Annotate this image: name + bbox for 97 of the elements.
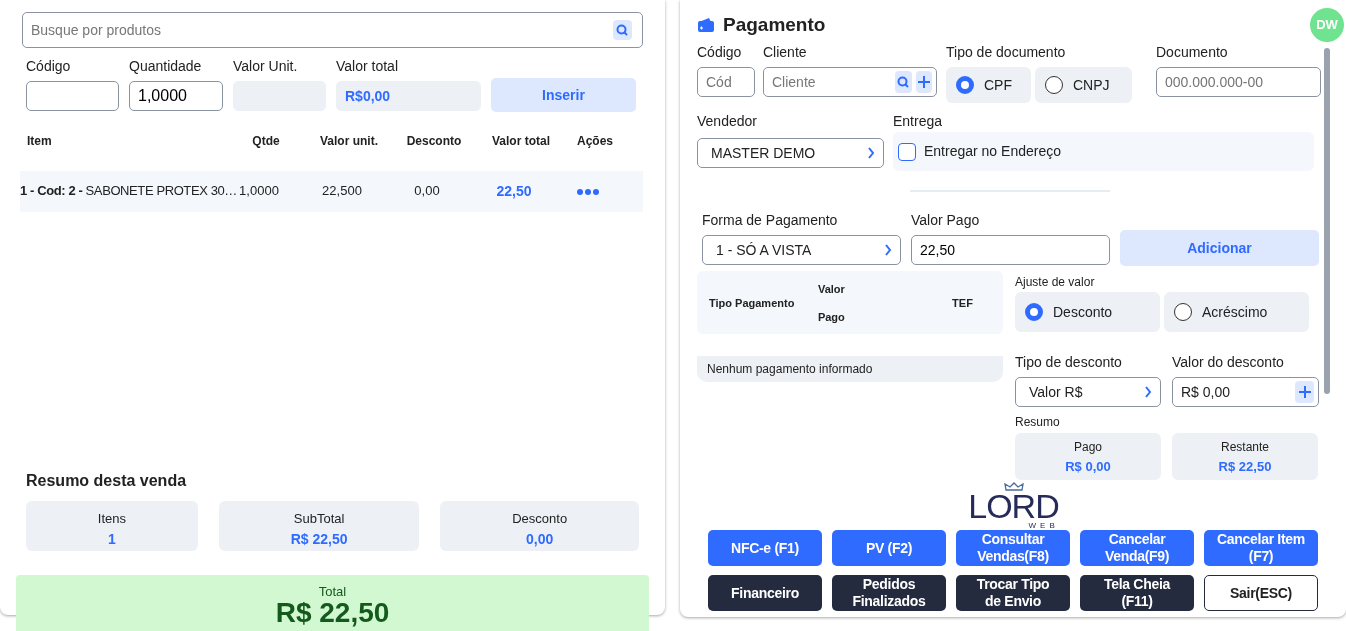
panel-title: Pagamento [723, 12, 826, 37]
radio-label: CNPJ [1073, 75, 1110, 95]
table-cell: 22,500 [322, 183, 362, 199]
radio-option[interactable]: CPF [946, 67, 1031, 103]
action-button[interactable]: Tela Cheia (F11) [1080, 575, 1194, 611]
action-button[interactable]: Sair(ESC) [1204, 575, 1318, 611]
field-label: Valor Unit. [233, 57, 299, 76]
checkbox-label: Entregar no Endereço [924, 142, 1061, 161]
radio-option[interactable]: CNPJ [1035, 67, 1132, 103]
search-icon[interactable] [612, 20, 632, 40]
field-label: Entrega [893, 112, 944, 131]
radio-button[interactable] [1025, 303, 1043, 321]
table-cell: 22,50 [496, 182, 532, 199]
action-button[interactable]: PV (F2) [832, 530, 946, 566]
text-input[interactable]: R$ 0,00 [1181, 378, 1296, 406]
column-header: Valor Pago [817, 281, 846, 325]
select-field[interactable]: 1 - SÓ A VISTA [702, 235, 901, 265]
input-field[interactable]: 000.000.000-00 [1156, 67, 1321, 97]
radio-option[interactable]: Desconto [1015, 292, 1160, 332]
chevron-icon[interactable] [867, 147, 875, 159]
field-label: Cliente [763, 43, 808, 62]
column-header: TEF [952, 296, 973, 309]
action-button[interactable]: NFC-e (F1) [708, 530, 822, 566]
table-cell: 0,00 [414, 183, 440, 199]
empty-message: Nenhum pagamento informado [697, 356, 1003, 382]
field-label: Resumo [1015, 414, 1061, 431]
action-button[interactable]: Trocar Tipo de Envio [956, 575, 1070, 611]
select-field[interactable]: MASTER DEMO [697, 138, 884, 168]
stat-label: Pago [1074, 440, 1102, 454]
add-button[interactable]: Adicionar [1120, 230, 1319, 266]
text-input[interactable]: Cliente [772, 68, 892, 96]
field-label: Quantidade [129, 57, 203, 76]
logo-text: LORD [968, 491, 1059, 521]
radio-button[interactable] [956, 76, 974, 94]
radio-option[interactable]: Acréscimo [1164, 292, 1309, 332]
section-title: Resumo desta venda [25, 471, 188, 491]
action-button[interactable]: Financeiro [708, 575, 822, 611]
column-header: Item [27, 133, 52, 150]
field-label: Código [697, 43, 743, 62]
stat-label: Restante [1221, 440, 1269, 454]
input-field[interactable]: Cód [697, 67, 755, 97]
wallet-icon [697, 17, 715, 33]
more-icon[interactable] [577, 189, 599, 196]
column-header: Valor unit. [320, 133, 378, 150]
table-cell: 1,0000 [239, 183, 279, 199]
stat-value: R$ 0,00 [1065, 458, 1111, 474]
radio-label: CPF [984, 75, 1012, 95]
field-label: Valor Pago [911, 211, 981, 230]
add-icon[interactable] [1295, 381, 1314, 403]
action-button[interactable]: Cancelar Item (F7) [1204, 530, 1318, 566]
field-label: Valor total [336, 57, 399, 76]
add-icon[interactable] [915, 71, 932, 93]
column-header: Desconto [406, 133, 462, 150]
field-label: Tipo de documento [946, 43, 1067, 62]
radio-button[interactable] [1045, 76, 1063, 94]
select-field[interactable]: Valor R$ [1015, 377, 1161, 407]
radio-label: Desconto [1053, 302, 1113, 322]
field-label: Tipo de desconto [1015, 353, 1123, 372]
readonly-field: R$0,00 [336, 81, 481, 111]
radio-label: Acréscimo [1202, 302, 1268, 322]
scrollbar[interactable] [1324, 48, 1330, 394]
field-label: Vendedor [697, 112, 758, 131]
search-icon[interactable] [895, 71, 912, 93]
field-label: Documento [1156, 43, 1229, 62]
total-label: Total [318, 584, 347, 599]
input-field[interactable]: R$ 0,00 [1172, 377, 1319, 407]
total-value: R$ 22,50 [275, 597, 390, 628]
column-header: Ações [577, 133, 613, 150]
input-field[interactable]: 22,50 [911, 235, 1110, 265]
chevron-icon[interactable] [1144, 386, 1152, 398]
action-button[interactable]: Cancelar Venda(F9) [1080, 530, 1194, 566]
field-label: Código [26, 57, 72, 76]
stat-value: R$ 22,50 [1218, 458, 1272, 474]
stat-value: 1 [108, 530, 116, 547]
column-header: Valor total [492, 133, 550, 150]
field-label: Forma de Pagamento [702, 211, 839, 230]
field-label: Valor do desconto [1172, 353, 1285, 372]
field-label: Ajuste de valor [1015, 274, 1096, 291]
radio-button[interactable] [1174, 303, 1192, 321]
stat-label: Desconto [512, 511, 568, 526]
action-button[interactable]: Pedidos Finalizados [832, 575, 946, 611]
input-field[interactable]: 1,0000 [129, 81, 223, 111]
logo-subtext: WEB [1028, 521, 1059, 530]
stat-label: SubTotal [293, 511, 345, 526]
chevron-icon[interactable] [884, 244, 892, 256]
action-button[interactable]: Consultar Vendas(F8) [956, 530, 1070, 566]
stat-value: 0,00 [526, 530, 554, 547]
insert-button[interactable]: Inserir [491, 78, 636, 112]
stat-label: Itens [97, 511, 127, 526]
stat-value: R$ 22,50 [290, 530, 348, 547]
client-field[interactable]: Cliente [763, 67, 937, 97]
table-cell: 1 - Cod: 2 - SABONETE PROTEX 30… [20, 183, 237, 199]
input-field[interactable] [26, 81, 119, 111]
column-header: Qtde [252, 133, 280, 150]
crown-icon [1003, 482, 1024, 491]
checkbox[interactable] [898, 142, 916, 161]
column-header: Tipo Pagamento [709, 296, 795, 309]
